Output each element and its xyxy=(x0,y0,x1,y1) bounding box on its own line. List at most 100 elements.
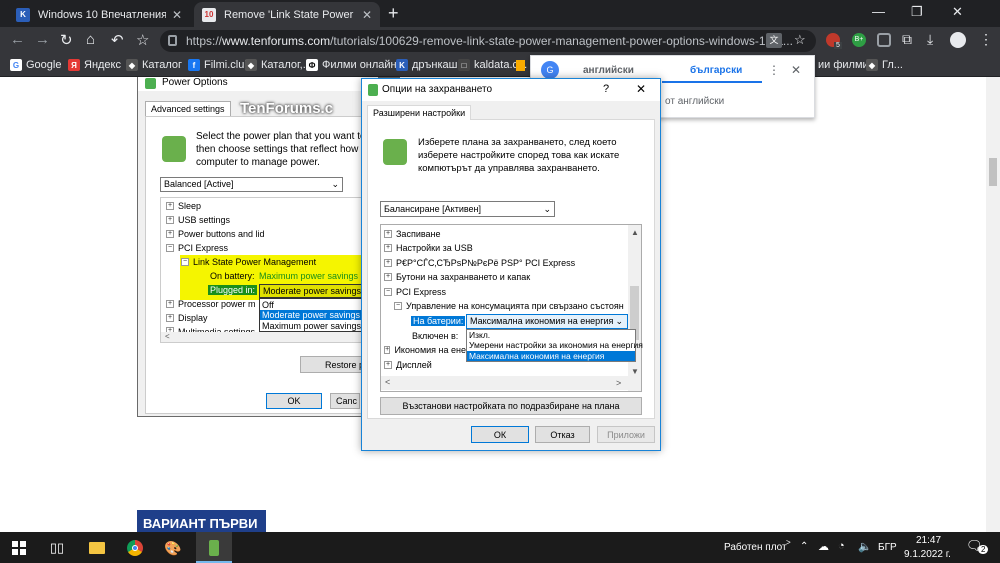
plugged-in-select[interactable]: Moderate power savings xyxy=(259,284,365,298)
on-battery-label: На батерии: xyxy=(411,316,466,326)
tree-item-pci-express[interactable]: − PCI Express xyxy=(166,243,228,253)
bookmark-item[interactable]: f Filmi.club xyxy=(188,59,250,71)
close-icon[interactable]: ✕ xyxy=(636,82,646,96)
desktop-toolbar[interactable]: Работен плот xyxy=(724,542,787,553)
volume-icon[interactable]: 🔈 xyxy=(858,540,872,553)
restore-defaults-button[interactable]: Възстанови настройката по подразбиране н… xyxy=(380,397,642,415)
screenshot-icon[interactable]: ⧉ xyxy=(902,31,912,48)
home-icon[interactable]: ⌂ xyxy=(86,31,95,48)
download-icon[interactable]: ⤓ xyxy=(927,31,933,48)
forward-icon[interactable]: → xyxy=(35,31,50,48)
bookmark-item[interactable]: ии филми xyxy=(818,59,869,71)
address-bar[interactable]: https://www.tenforums.com/tutorials/1006… xyxy=(160,30,816,52)
lang-from-tab[interactable]: английски xyxy=(583,65,634,76)
option-maximum[interactable]: Максимална икономия на енергия xyxy=(467,351,635,361)
back-icon[interactable]: ← xyxy=(10,31,25,48)
tree-item-power-buttons[interactable]: + Бутони на захранването и капак xyxy=(384,272,530,282)
ok-button[interactable]: OK xyxy=(266,393,322,409)
tree-item-garbled[interactable]: + Р€Р°СЃС‚СЂРѕР№РєРё РЅР° PCI Express xyxy=(384,258,628,268)
network-icon[interactable]: ◔ xyxy=(838,540,845,552)
scroll-down-icon[interactable]: ▼ xyxy=(631,367,639,376)
tree-item-pci-express[interactable]: − PCI Express xyxy=(384,287,446,297)
window-title: Power Options xyxy=(138,77,378,91)
tree-item-usb[interactable]: + Настройки за USB xyxy=(384,243,473,253)
tray-up-icon[interactable]: ⌃ xyxy=(800,541,808,552)
plan-select[interactable]: Балансиране [Активен] ⌄ xyxy=(380,201,555,217)
start-windows-icon[interactable] xyxy=(8,537,30,559)
page-scrollbar[interactable] xyxy=(986,77,1000,532)
tree-item-usb[interactable]: + USB settings xyxy=(166,215,230,225)
task-view-icon[interactable]: ▯▯ xyxy=(46,537,68,559)
browser-tab[interactable]: K Windows 10 Впечатления и про ✕ xyxy=(8,2,190,27)
chevron-up-icon[interactable]: > xyxy=(786,538,791,547)
tree-hscrollbar[interactable]: < xyxy=(381,376,628,390)
profile-avatar-icon[interactable] xyxy=(950,32,966,48)
new-tab-icon[interactable]: + xyxy=(388,3,399,24)
menu-icon[interactable]: ⋮ xyxy=(979,31,993,48)
tree-item-display[interactable]: + Дисплей xyxy=(384,360,432,370)
close-window-icon[interactable]: ✕ xyxy=(952,4,963,20)
option-moderate[interactable]: Умерени настройки за икономия на енергия xyxy=(469,340,643,350)
bookmark-item[interactable]: Ф Филми онлайн xyxy=(306,59,397,71)
clock-date[interactable]: 9.1.2022 г. xyxy=(904,549,951,560)
power-options-icon[interactable] xyxy=(203,537,225,559)
translate-icon[interactable]: 文 xyxy=(766,33,782,48)
tree-item-lspm[interactable]: − Управление на консумацията при свързано… xyxy=(394,301,628,311)
folder-icon[interactable] xyxy=(516,60,525,71)
tree-item-power-buttons[interactable]: + Power buttons and lid xyxy=(166,229,265,239)
cancel-button[interactable]: Отказ xyxy=(535,426,590,443)
tree-hscrollbar[interactable]: < xyxy=(161,332,361,342)
clock-time[interactable]: 21:47 xyxy=(916,535,941,546)
bookmark-star-icon[interactable]: ☆ xyxy=(136,31,149,49)
input-language[interactable]: БГР xyxy=(878,542,897,553)
minimize-icon[interactable]: — xyxy=(872,4,885,19)
undo-icon[interactable]: ↶ xyxy=(111,31,124,49)
bookmark-item[interactable]: ◆ Каталог xyxy=(126,59,182,71)
tree-item-processor[interactable]: + Икономия на ене xyxy=(384,345,466,355)
tree-item-sleep[interactable]: + Sleep xyxy=(166,201,201,211)
reload-icon[interactable]: ↻ xyxy=(60,31,73,49)
bookmark-item[interactable]: ◆ Каталог,... xyxy=(245,59,312,71)
close-tab-icon[interactable]: ✕ xyxy=(362,8,372,22)
more-options-icon[interactable]: ⋮ xyxy=(768,63,780,77)
extension-icon[interactable]: B+ xyxy=(852,33,866,47)
bookmark-star-icon[interactable]: ☆ xyxy=(794,32,806,48)
file-explorer-icon[interactable] xyxy=(86,537,108,559)
tree-item-lspm[interactable]: − Link State Power Management xyxy=(181,257,316,267)
option-off[interactable]: Изкл. xyxy=(469,330,490,340)
on-battery-select[interactable]: Максимална икономия на енергия ⌄ xyxy=(466,314,628,329)
chrome-icon[interactable] xyxy=(124,537,146,559)
power-options-icon xyxy=(368,84,378,96)
plan-select[interactable]: Balanced [Active] ⌄ xyxy=(160,177,343,192)
option-moderate[interactable]: Moderate power savings xyxy=(260,310,364,320)
scroll-right-icon[interactable]: > xyxy=(616,378,621,388)
scrollbar-thumb[interactable] xyxy=(989,158,997,186)
close-tab-icon[interactable]: ✕ xyxy=(172,8,182,22)
lock-icon[interactable] xyxy=(168,35,177,46)
cancel-button[interactable]: Canc xyxy=(330,393,360,409)
apply-button[interactable]: Приложи xyxy=(597,426,655,443)
bookmark-item[interactable]: G Google xyxy=(10,59,61,71)
lang-to-tab[interactable]: български xyxy=(690,65,742,76)
maximize-icon[interactable]: ❐ xyxy=(911,4,923,20)
ok-button[interactable]: ОК xyxy=(471,426,529,443)
tree-item-display[interactable]: + Display xyxy=(166,313,208,323)
help-button[interactable]: ? xyxy=(603,83,609,95)
tab-advanced-settings[interactable]: Разширени настройки xyxy=(367,105,472,120)
bookmark-item[interactable]: Kдрънкаш xyxy=(396,59,457,71)
bookmark-item[interactable]: Я Яндекс xyxy=(68,59,121,71)
scroll-up-icon[interactable]: ▲ xyxy=(631,228,639,237)
option-maximum[interactable]: Maximum power savings xyxy=(262,321,361,331)
tab-advanced-settings[interactable]: Advanced settings xyxy=(145,101,231,116)
tree-item-processor[interactable]: + Processor power m xyxy=(166,299,256,309)
tree-item-sleep[interactable]: + Заспиване xyxy=(384,229,441,239)
browser-tab-active[interactable]: 10 Remove 'Link State Power Manag ✕ xyxy=(194,2,380,27)
extension-icon[interactable] xyxy=(877,33,891,47)
on-battery-value[interactable]: Maximum power savings xyxy=(259,271,358,281)
restore-defaults-button[interactable]: Restore p xyxy=(300,356,366,373)
onedrive-icon[interactable]: ☁ xyxy=(818,540,829,553)
option-off[interactable]: Off xyxy=(262,300,274,310)
paint-icon[interactable]: 🎨 xyxy=(162,537,184,559)
bookmark-item[interactable]: ◆ Гл... xyxy=(866,59,903,71)
close-icon[interactable]: ✕ xyxy=(791,63,801,77)
